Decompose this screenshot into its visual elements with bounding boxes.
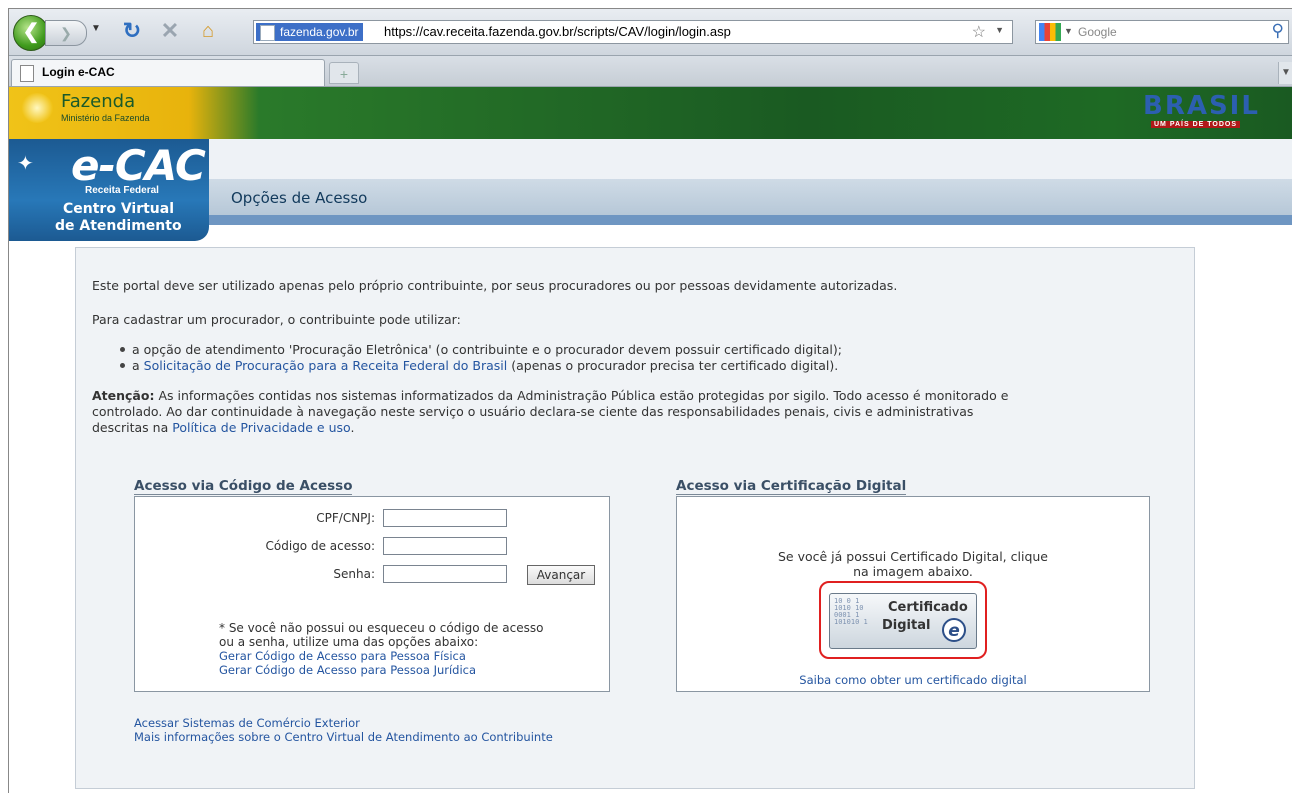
search-engine-icon[interactable] [1039,23,1061,41]
brasil-logo-text: BRASIL [1143,91,1260,121]
solicitacao-procuracao-link[interactable]: Solicitação de Procuração para a Receita… [144,358,508,373]
forward-button[interactable]: ❯ [45,20,87,46]
search-engine-dropdown-icon[interactable]: ▼ [1064,26,1073,36]
ministry-subtitle: Ministério da Fazenda [61,113,150,123]
tab-strip: Login e-CAC + ▼ [9,56,1292,87]
sun-emblem-icon [21,93,53,123]
ecac-brand: e-CAC [71,141,206,190]
tab-login-ecac[interactable]: Login e-CAC [11,59,325,86]
generate-code-pj-link[interactable]: Gerar Código de Acesso para Pessoa Juríd… [219,663,476,677]
access-code-input[interactable] [383,537,507,555]
attention-label: Atenção: [92,388,155,403]
ecac-line1: Centro Virtual [63,201,175,217]
code-access-box: CPF/CNPJ: Código de acesso: Senha: Avanç… [134,496,610,692]
url-text[interactable]: https://cav.receita.fazenda.gov.br/scrip… [384,23,731,41]
top-banner: Fazenda Ministério da Fazenda BRASIL UM … [9,87,1292,139]
e-cac-icon: e [942,618,966,642]
list-item: a opção de atendimento 'Procuração Eletr… [120,342,842,357]
comex-link[interactable]: Acessar Sistemas de Comércio Exterior [134,716,360,730]
receita-emblem-icon: ✦ [17,153,34,175]
tab-list-dropdown-icon[interactable]: ▼ [1278,62,1292,84]
stop-icon[interactable]: ✕ [157,18,183,44]
binary-pattern-icon: 10 0 1 1010 10 0001 1 101010 1 [834,597,868,626]
search-magnifier-icon[interactable]: ⚲ [1272,21,1284,41]
help-note: * Se você não possui ou esqueceu o códig… [219,621,544,649]
browser-window: ❮ ❯ ▼ ↻ ✕ ⌂ fazenda.gov.br https://cav.r… [8,8,1292,793]
password-input[interactable] [383,565,507,583]
site-identity-badge[interactable]: fazenda.gov.br [256,23,363,41]
ecac-org: Receita Federal [85,185,159,196]
intro-paragraph: Este portal deve ser utilizado apenas pe… [92,278,898,293]
cpf-input[interactable] [383,509,507,527]
cpf-label: CPF/CNPJ: [316,511,375,525]
content-panel: Este portal deve ser utilizado apenas pe… [75,247,1195,789]
obtain-certificate-link[interactable]: Saiba como obter um certificado digital [799,673,1026,687]
procurador-paragraph: Para cadastrar um procurador, o contribu… [92,312,461,327]
ministry-name: Fazenda [61,91,136,112]
search-box[interactable]: ▼ Google ⚲ [1035,20,1289,44]
cert-access-box: Se você já possui Certificado Digital, c… [676,496,1150,692]
brasil-slogan: UM PAÍS DE TODOS [1151,121,1241,128]
back-button[interactable]: ❮ [13,15,49,51]
more-info-link[interactable]: Mais informações sobre o Centro Virtual … [134,730,553,744]
cert-instructions: Se você já possui Certificado Digital, c… [777,549,1048,579]
list-item: a Solicitação de Procuração para a Recei… [119,358,839,373]
privacy-policy-link[interactable]: Política de Privacidade e uso [172,420,350,435]
avancar-button[interactable]: Avançar [527,565,595,585]
access-code-label: Código de acesso: [265,539,375,553]
page-icon [20,65,34,82]
ecac-logo[interactable]: ✦ e-CAC Receita Federal Centro Virtual d… [9,139,209,241]
home-icon[interactable]: ⌂ [195,18,221,44]
page-title: Opções de Acesso [231,189,368,207]
brasil-logo: BRASIL UM PAÍS DE TODOS [1143,91,1283,131]
generate-code-pf-link[interactable]: Gerar Código de Acesso para Pessoa Físic… [219,649,466,663]
ecac-line2: de Atendimento [55,218,182,234]
certificado-digital-button[interactable]: 10 0 1 1010 10 0001 1 101010 1 Certificado … [829,593,977,649]
password-label: Senha: [333,567,375,581]
search-input[interactable]: Google [1078,23,1117,41]
page-header: Opções de Acesso ✦ e-CAC Receita Federal… [9,139,1292,241]
reload-icon[interactable]: ↻ [119,18,145,44]
page-viewport: Fazenda Ministério da Fazenda BRASIL UM … [9,87,1292,793]
new-tab-button[interactable]: + [329,62,359,84]
code-access-title: Acesso via Código de Acesso [134,478,353,495]
history-dropdown-icon[interactable]: ▼ [91,23,101,34]
address-bar[interactable]: fazenda.gov.br https://cav.receita.fazen… [253,20,1013,44]
attention-paragraph: Atenção: As informações contidas nos sis… [92,388,1009,435]
browser-toolbar: ❮ ❯ ▼ ↻ ✕ ⌂ fazenda.gov.br https://cav.r… [9,9,1292,56]
tab-label: Login e-CAC [42,65,115,79]
bookmark-star-icon[interactable]: ☆ [972,22,986,42]
url-history-dropdown-icon[interactable]: ▼ [995,25,1004,35]
cert-access-title: Acesso via Certificação Digital [676,478,907,495]
